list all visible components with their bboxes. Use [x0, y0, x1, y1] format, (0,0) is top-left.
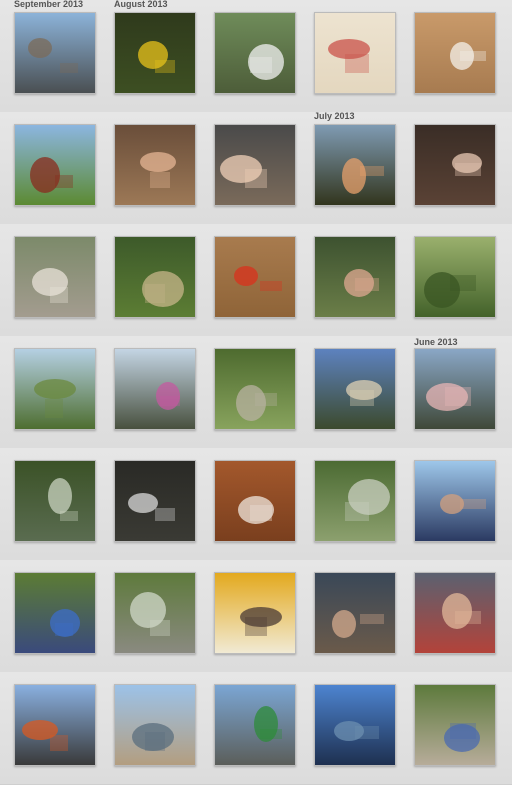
photo-thumbnail [415, 125, 495, 205]
photo-thumbnail [315, 349, 395, 429]
photo-thumbnail [215, 685, 295, 765]
photo-thumbnail [315, 461, 395, 541]
photo-thumbnail [215, 125, 295, 205]
photo-thumbnail [415, 237, 495, 317]
photo-thumbnail [415, 461, 495, 541]
photo-green-fence[interactable] [414, 236, 496, 318]
photo-pink-sky[interactable] [414, 348, 496, 430]
photo-thumbnail [315, 573, 395, 653]
photo-dog-sleeping[interactable] [214, 460, 296, 542]
photo-river-walk[interactable] [14, 12, 96, 94]
photo-thumbnail [115, 461, 195, 541]
photo-chalkboard[interactable] [114, 460, 196, 542]
photo-flower-street[interactable] [114, 348, 196, 430]
photo-thumbnail [215, 13, 295, 93]
photo-thumbnail [15, 461, 95, 541]
photo-sunset-field[interactable] [314, 124, 396, 206]
photo-thumbnail [415, 573, 495, 653]
photo-thumbnail [15, 13, 95, 93]
photo-white-dog-deck[interactable] [414, 12, 496, 94]
photo-thumbnail [215, 237, 295, 317]
photo-thumbnail [315, 125, 395, 205]
label-september-2013: September 2013 [14, 0, 84, 9]
photo-man-sunglasses[interactable] [414, 460, 496, 542]
label-june-2013: June 2013 [414, 337, 458, 347]
photo-thumbnail [15, 349, 95, 429]
photo-hand-bug[interactable] [314, 236, 396, 318]
photo-thumbnail [215, 461, 295, 541]
photo-thumbnail [15, 573, 95, 653]
photo-thumbnail [15, 685, 95, 765]
photo-thumbnail [415, 13, 495, 93]
photo-tree-park[interactable] [14, 348, 96, 430]
photo-thumbnail [115, 13, 195, 93]
photo-sunflower[interactable] [114, 12, 196, 94]
photo-tree-sign[interactable] [14, 572, 96, 654]
photo-thumbnail [15, 237, 95, 317]
photo-yellow-room[interactable] [214, 572, 296, 654]
photo-thumbnail [315, 685, 395, 765]
photo-three-friends[interactable] [114, 124, 196, 206]
photo-shoes-on-grass[interactable] [14, 124, 96, 206]
photo-thumbnail [115, 125, 195, 205]
photo-family-cafe[interactable] [314, 572, 396, 654]
photo-thumbnail [115, 573, 195, 653]
photo-thumbnail [115, 237, 195, 317]
photo-forest-path[interactable] [314, 460, 396, 542]
photo-downtown-sign[interactable] [214, 684, 296, 766]
photo-thumbnail [415, 349, 495, 429]
photo-harvest-tomatoes[interactable] [214, 236, 296, 318]
label-august-2013: August 2013 [114, 0, 168, 9]
photo-thumbnail [415, 685, 495, 765]
photo-thumbnail [115, 685, 195, 765]
photo-thumbnail [215, 349, 295, 429]
photo-stream[interactable] [14, 460, 96, 542]
photo-city-terrace[interactable] [14, 684, 96, 766]
photo-thumbnail [115, 349, 195, 429]
photo-mother-child[interactable] [214, 124, 296, 206]
photo-shaded-path[interactable] [114, 572, 196, 654]
photo-thumbnail [215, 573, 295, 653]
photo-crowd-festival[interactable] [414, 684, 496, 766]
photo-thumbnail [315, 237, 395, 317]
photo-latte-cup[interactable] [414, 124, 496, 206]
photo-thumbnail [315, 13, 395, 93]
photo-tomato-garden[interactable] [114, 236, 196, 318]
photo-boardwalk[interactable] [114, 684, 196, 766]
photo-thumbnail [15, 125, 95, 205]
photo-dog-on-road[interactable] [14, 236, 96, 318]
photo-collage-portraits[interactable] [314, 12, 396, 94]
label-july-2013: July 2013 [314, 111, 355, 121]
photo-kids-couch[interactable] [414, 572, 496, 654]
photo-garden-sign[interactable] [214, 12, 296, 94]
photo-skyscraper[interactable] [314, 684, 396, 766]
photo-library-building[interactable] [314, 348, 396, 430]
photo-creek-woods[interactable] [214, 348, 296, 430]
